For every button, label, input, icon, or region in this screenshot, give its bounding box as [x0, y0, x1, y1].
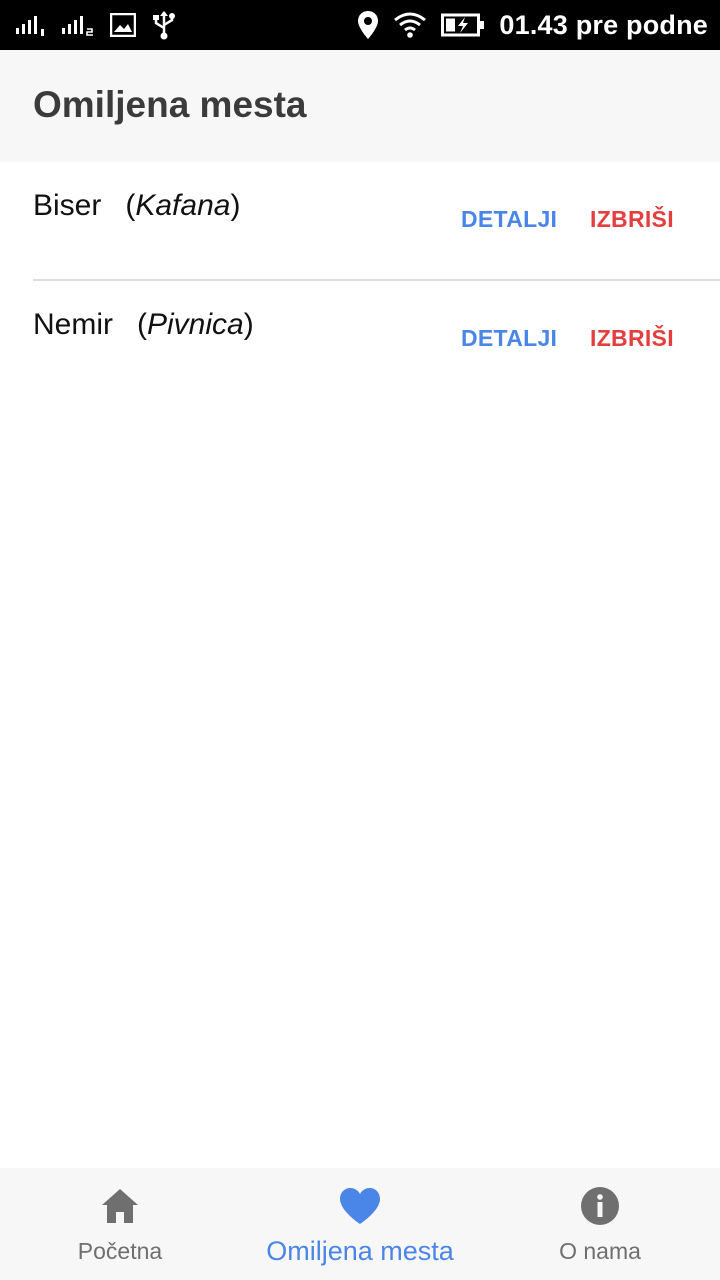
- list-item: Nemir (Pivnica) DETALJI IZBRIŠI: [33, 279, 720, 396]
- tab-home[interactable]: Početna: [0, 1168, 240, 1280]
- status-left-icons: [16, 0, 178, 50]
- location-icon: [358, 11, 379, 39]
- heart-icon: [339, 1186, 381, 1226]
- usb-icon: [153, 11, 175, 40]
- item-type: Pivnica: [147, 308, 244, 341]
- app-screen: 01.43 pre podne Omiljena mesta Biser (Kaf…: [0, 0, 720, 1280]
- signal-sim2-icon: [62, 16, 93, 36]
- delete-button[interactable]: IZBRIŠI: [590, 325, 674, 352]
- item-name: Nemir: [33, 308, 113, 341]
- delete-button[interactable]: IZBRIŠI: [590, 206, 674, 233]
- tab-about[interactable]: O nama: [480, 1168, 720, 1280]
- status-time: 01.43 pre podne: [499, 9, 708, 40]
- item-type: Kafana: [135, 189, 231, 222]
- bottom-navigation: Početna Omiljena mesta O nama: [0, 1168, 720, 1280]
- battery-charging-icon: [441, 13, 485, 37]
- signal-sim1-icon: [16, 16, 44, 36]
- image-icon: [110, 13, 136, 37]
- page-title: Omiljena mesta: [33, 84, 307, 125]
- list-item: Biser (Kafana) DETALJI IZBRIŠI: [0, 162, 720, 279]
- item-title: Nemir (Pivnica): [33, 308, 254, 341]
- status-right-icons: 01.43 pre podne: [357, 0, 708, 50]
- tab-favorites[interactable]: Omiljena mesta: [240, 1168, 480, 1280]
- home-icon: [100, 1186, 140, 1226]
- tab-about-label: O nama: [559, 1238, 641, 1264]
- details-button[interactable]: DETALJI: [461, 325, 557, 352]
- tab-favorites-label: Omiljena mesta: [266, 1236, 454, 1266]
- info-icon: [580, 1186, 620, 1226]
- details-button[interactable]: DETALJI: [461, 206, 557, 233]
- item-title: Biser (Kafana): [33, 189, 241, 222]
- favorites-list: Biser (Kafana) DETALJI IZBRIŠI Nemir (Pivn…: [0, 162, 720, 396]
- wifi-icon: [394, 12, 427, 38]
- tab-home-label: Početna: [77, 1238, 163, 1264]
- app-header: Omiljena mesta: [0, 50, 720, 162]
- status-bar: 01.43 pre podne: [0, 0, 720, 50]
- item-name: Biser: [33, 189, 102, 222]
